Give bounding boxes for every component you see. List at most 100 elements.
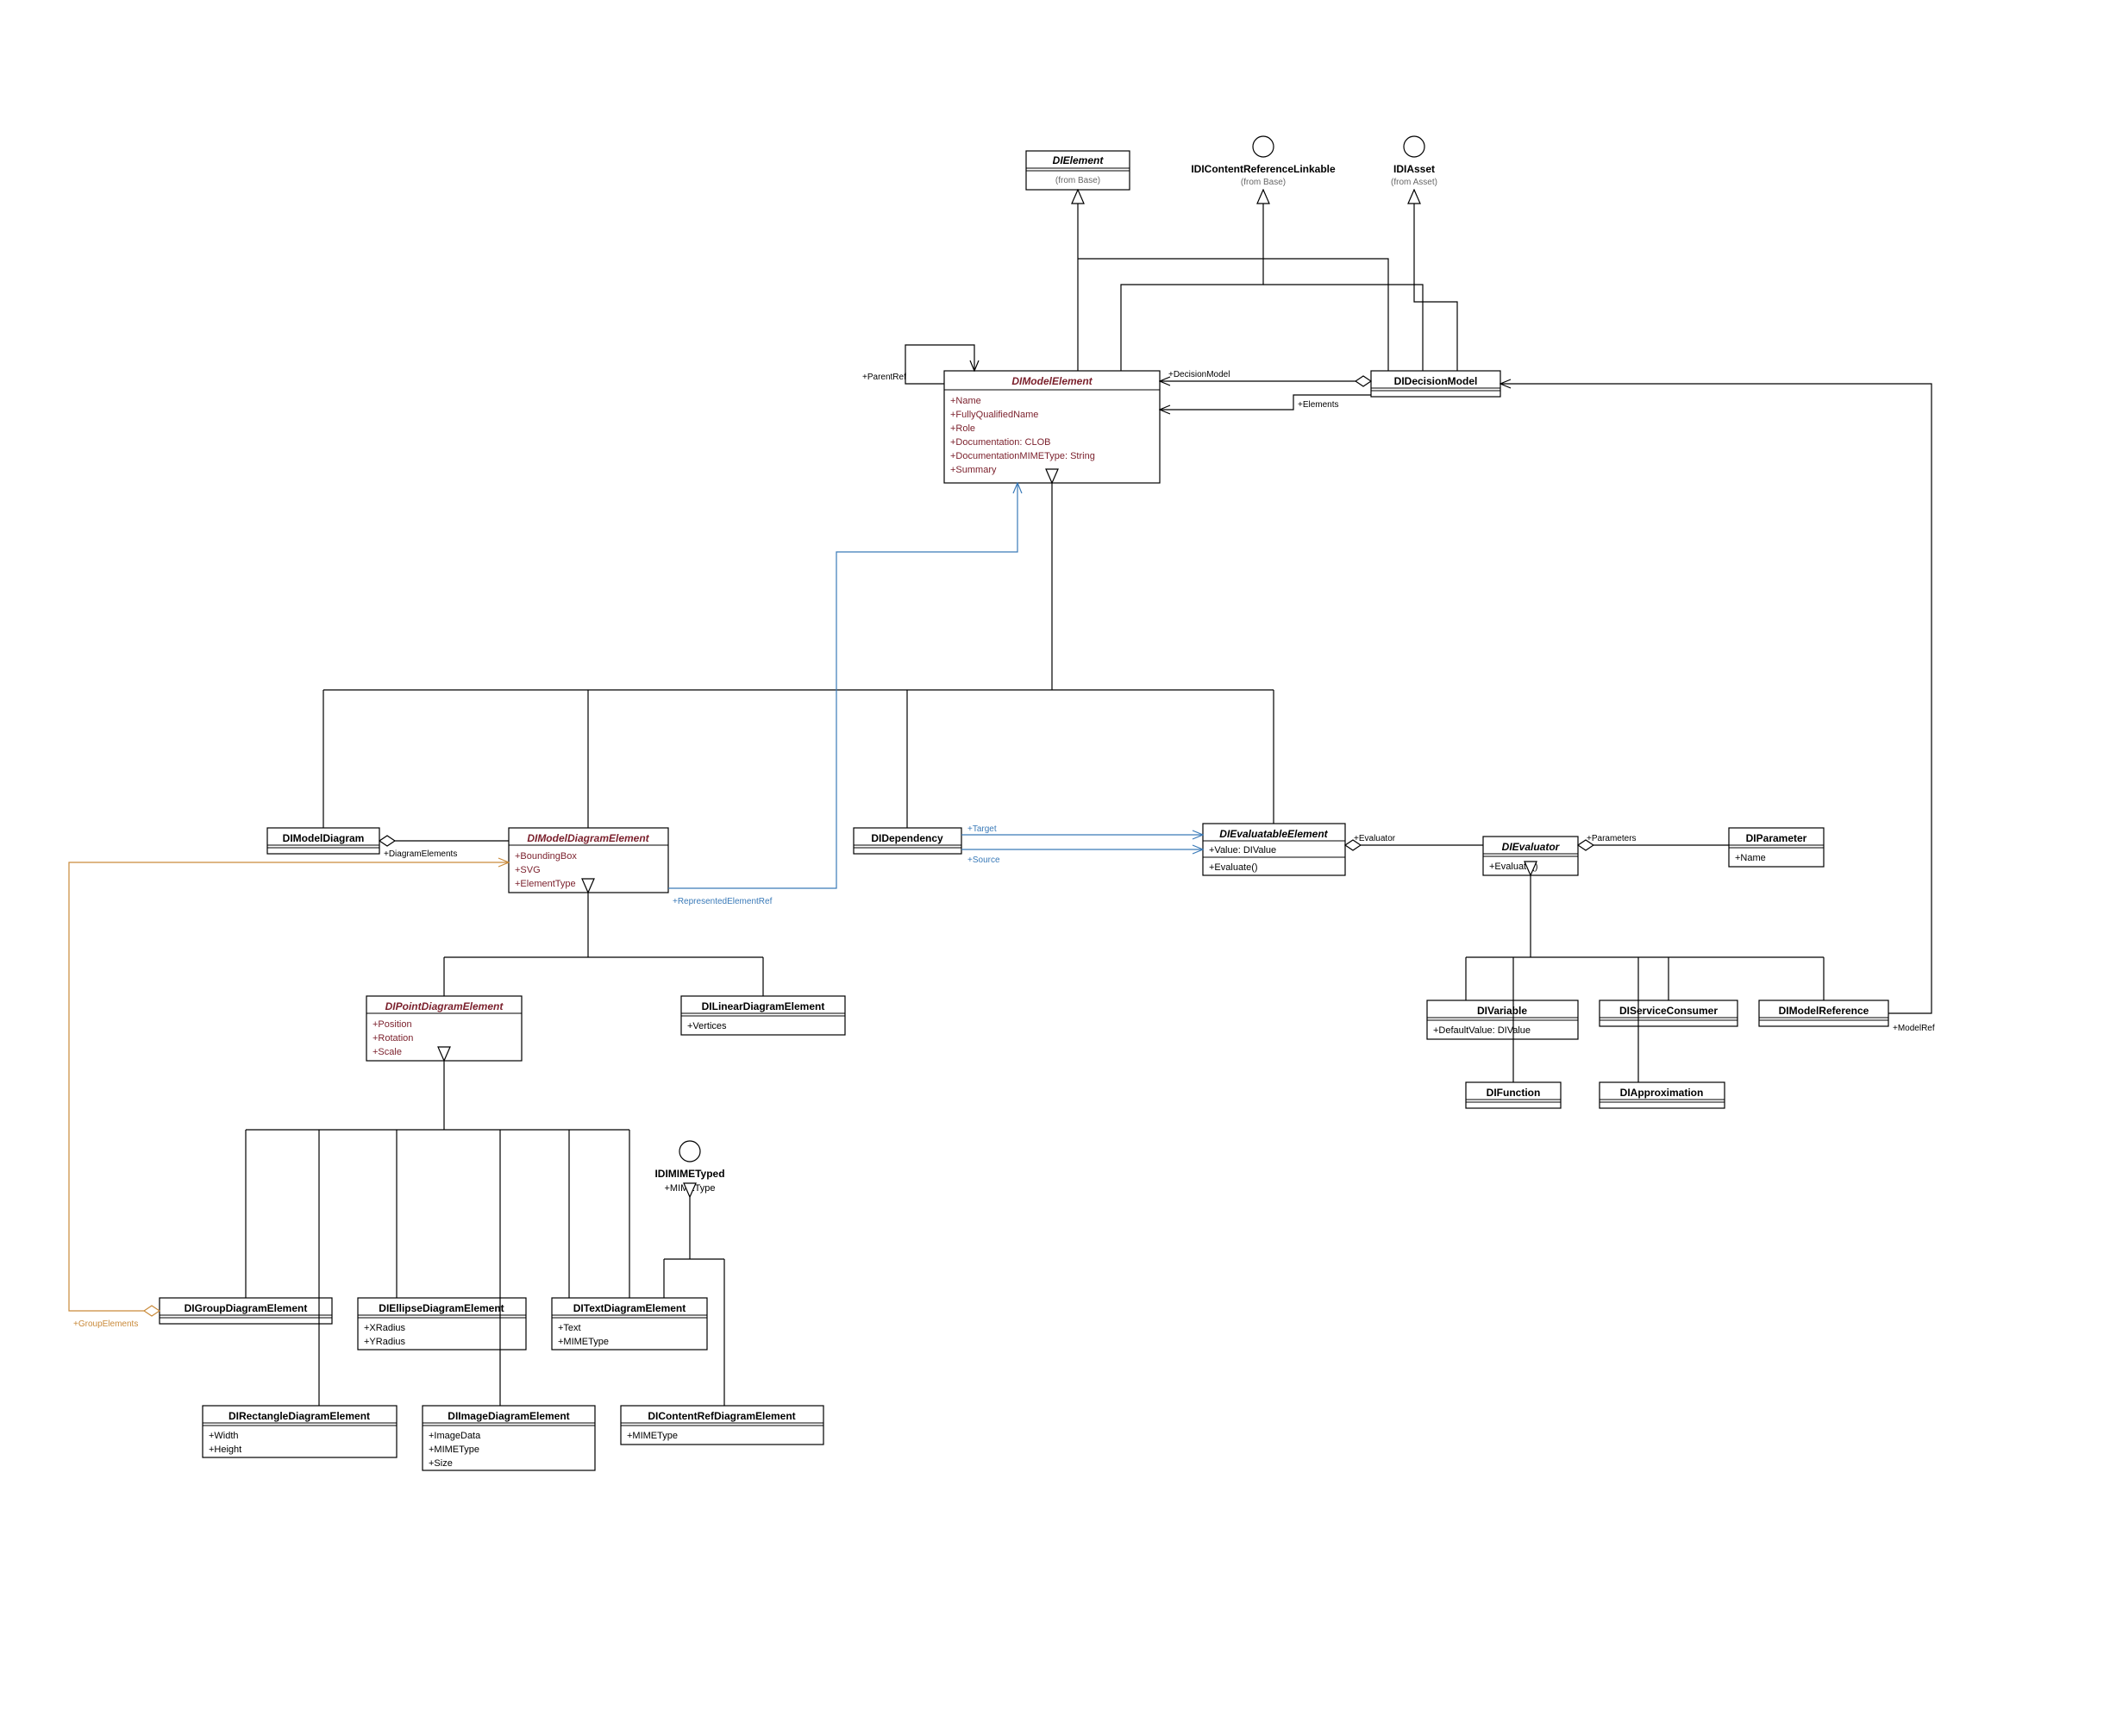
class-attr: +DefaultValue: DIValue bbox=[1433, 1025, 1531, 1036]
class-name: DIEllipseDiagramElement bbox=[379, 1302, 504, 1314]
class-name: DILinearDiagramElement bbox=[702, 1000, 825, 1012]
interface-IDIMIMETyped: IDIMIMETyped +MIMEType bbox=[654, 1141, 724, 1194]
class-name: DIEvaluator bbox=[1502, 841, 1561, 853]
assoc-label-DecisionModel: +DecisionModel bbox=[1168, 370, 1230, 379]
assoc-Elements bbox=[1160, 395, 1371, 410]
class-attr: +MIMEType bbox=[627, 1431, 678, 1441]
real-DIDecisionModel-branch1 bbox=[1263, 285, 1423, 371]
assoc-label-Parameters: +Parameters bbox=[1587, 834, 1637, 843]
assoc-RepresentedElementRef bbox=[668, 483, 1017, 888]
assoc-label-ModelRef: +ModelRef bbox=[1893, 1024, 1935, 1033]
class-DIDecisionModel: DIDecisionModel bbox=[1371, 371, 1500, 397]
class-name: DIFunction bbox=[1487, 1087, 1541, 1099]
class-op: +Evaluate() bbox=[1489, 862, 1538, 872]
class-name: DIEvaluatableElement bbox=[1219, 828, 1328, 840]
class-from: (from Base) bbox=[1055, 176, 1100, 185]
class-DIDependency: DIDependency bbox=[854, 828, 961, 854]
assoc-label-Elements: +Elements bbox=[1298, 400, 1339, 410]
class-attr: +MIMEType bbox=[429, 1445, 479, 1455]
class-DILinearDiagramElement: DILinearDiagramElement +Vertices bbox=[681, 996, 845, 1035]
class-name: DIModelElement bbox=[1011, 375, 1093, 387]
class-DIApproximation: DIApproximation bbox=[1600, 1082, 1725, 1108]
interface-name: IDIMIMETyped bbox=[654, 1168, 724, 1180]
assoc-GroupElements bbox=[69, 862, 509, 1311]
class-attr: +Scale bbox=[373, 1047, 402, 1057]
class-name: DIVariable bbox=[1477, 1005, 1527, 1017]
class-name: DIImageDiagramElement bbox=[448, 1410, 569, 1422]
class-DIFunction: DIFunction bbox=[1466, 1082, 1561, 1108]
class-attr: +Name bbox=[1735, 853, 1766, 863]
interface-IDIContentReferenceLinkable: IDIContentReferenceLinkable (from Base) bbox=[1191, 136, 1336, 187]
class-DIElement: DIElement (from Base) bbox=[1026, 151, 1130, 190]
class-DIGroupDiagramElement: DIGroupDiagramElement bbox=[160, 1298, 332, 1324]
class-attr: +Size bbox=[429, 1458, 453, 1469]
interface-name: IDIAsset bbox=[1393, 163, 1435, 175]
class-attr: +Width bbox=[209, 1431, 239, 1441]
class-name: DIModelDiagramElement bbox=[527, 832, 649, 844]
assoc-label-GroupElements: +GroupElements bbox=[73, 1319, 138, 1329]
uml-class-diagram: DIElement (from Base) IDIContentReferenc… bbox=[0, 0, 2110, 1736]
class-DIEvaluatableElement: DIEvaluatableElement +Value: DIValue +Ev… bbox=[1203, 824, 1345, 875]
class-name: DIApproximation bbox=[1620, 1087, 1704, 1099]
class-DIModelElement: DIModelElement +Name +FullyQualifiedName… bbox=[944, 371, 1160, 483]
gen-DIDecisionModel-branch bbox=[1078, 259, 1388, 371]
class-name: DIRectangleDiagramElement bbox=[229, 1410, 370, 1422]
class-attr: +ElementType bbox=[515, 879, 576, 889]
class-DIRectangleDiagramElement: DIRectangleDiagramElement +Width +Height bbox=[203, 1406, 397, 1457]
class-attr: +Value: DIValue bbox=[1209, 845, 1276, 855]
class-attr: +SVG bbox=[515, 865, 541, 875]
class-DIEvaluator: DIEvaluator +Evaluate() bbox=[1483, 837, 1578, 875]
class-name: DIParameter bbox=[1746, 832, 1807, 844]
real-DIDecisionModel-IDIAsset bbox=[1414, 190, 1457, 371]
class-name: DIGroupDiagramElement bbox=[185, 1302, 308, 1314]
class-attr: +Summary bbox=[950, 465, 997, 475]
class-attr: +MIMEType bbox=[558, 1337, 609, 1347]
class-DIModelDiagram: DIModelDiagram bbox=[267, 828, 379, 854]
class-DIImageDiagramElement: DIImageDiagramElement +ImageData +MIMETy… bbox=[423, 1406, 595, 1470]
class-attr: +Vertices bbox=[687, 1021, 727, 1031]
assoc-label-Evaluator: +Evaluator bbox=[1354, 834, 1396, 843]
class-attr: +BoundingBox bbox=[515, 851, 577, 862]
class-DIEllipseDiagramElement: DIEllipseDiagramElement +XRadius +YRadiu… bbox=[358, 1298, 526, 1350]
class-name: DIElement bbox=[1053, 154, 1105, 166]
class-op: +Evaluate() bbox=[1209, 862, 1258, 873]
assoc-label-DiagramElements: +DiagramElements bbox=[384, 849, 457, 859]
class-attr: +Position bbox=[373, 1019, 412, 1030]
class-attr: +Role bbox=[950, 423, 975, 434]
class-name: DIDependency bbox=[871, 832, 943, 844]
class-attr: +YRadius bbox=[364, 1337, 406, 1347]
class-attr: +Name bbox=[950, 396, 981, 406]
real-DIModelElement-IDIContentReferenceLinkable bbox=[1121, 190, 1263, 371]
class-DIModelDiagramElement: DIModelDiagramElement +BoundingBox +SVG … bbox=[509, 828, 668, 893]
class-attr: +Text bbox=[558, 1323, 581, 1333]
class-DIModelReference: DIModelReference bbox=[1759, 1000, 1888, 1026]
class-name: DIModelDiagram bbox=[283, 832, 365, 844]
interface-attr: +MIMEType bbox=[665, 1183, 716, 1194]
class-DIVariable: DIVariable +DefaultValue: DIValue bbox=[1427, 1000, 1578, 1039]
class-DIContentRefDiagramElement: DIContentRefDiagramElement +MIMEType bbox=[621, 1406, 823, 1445]
interface-from: (from Asset) bbox=[1391, 178, 1437, 187]
assoc-label-Target: +Target bbox=[967, 824, 997, 834]
class-attr: +XRadius bbox=[364, 1323, 406, 1333]
class-name: DIServiceConsumer bbox=[1619, 1005, 1718, 1017]
class-name: DIContentRefDiagramElement bbox=[648, 1410, 795, 1422]
class-DIPointDiagramElement: DIPointDiagramElement +Position +Rotatio… bbox=[366, 996, 522, 1061]
assoc-label-RepresentedElementRef: +RepresentedElementRef bbox=[673, 897, 773, 906]
class-attr: +Height bbox=[209, 1445, 241, 1455]
assoc-label-ParentRef: +ParentRef bbox=[862, 373, 906, 382]
interface-IDIAsset: IDIAsset (from Asset) bbox=[1391, 136, 1437, 187]
class-attr: +FullyQualifiedName bbox=[950, 410, 1038, 420]
assoc-label-Source: +Source bbox=[967, 855, 1000, 865]
class-name: DIPointDiagramElement bbox=[385, 1000, 504, 1012]
interface-name: IDIContentReferenceLinkable bbox=[1191, 163, 1336, 175]
class-attr: +Documentation: CLOB bbox=[950, 437, 1050, 448]
class-attr: +Rotation bbox=[373, 1033, 413, 1043]
class-DITextDiagramElement: DITextDiagramElement +Text +MIMEType bbox=[552, 1298, 707, 1350]
class-name: DITextDiagramElement bbox=[573, 1302, 686, 1314]
class-name: DIDecisionModel bbox=[1394, 375, 1478, 387]
assoc-ModelRef bbox=[1500, 384, 1932, 1013]
class-name: DIModelReference bbox=[1779, 1005, 1869, 1017]
class-DIParameter: DIParameter +Name bbox=[1729, 828, 1824, 867]
class-attr: +ImageData bbox=[429, 1431, 481, 1441]
interface-from: (from Base) bbox=[1241, 178, 1286, 187]
